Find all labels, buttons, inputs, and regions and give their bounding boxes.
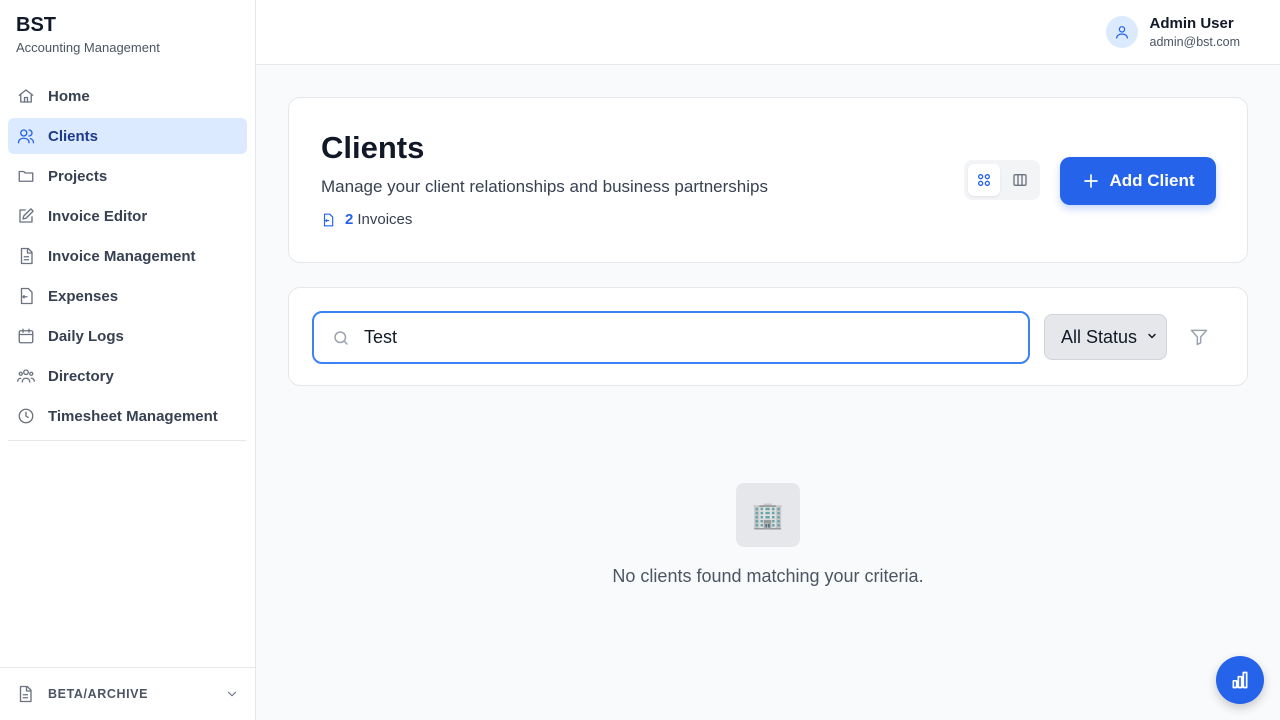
sidebar-item-label: Clients	[48, 127, 99, 145]
sidebar-item-expenses[interactable]: Expenses	[8, 278, 247, 314]
invoice-count-label: Invoices	[357, 211, 413, 228]
user-email: admin@bst.com	[1149, 35, 1241, 49]
sidebar-divider	[8, 440, 246, 441]
edit-icon	[16, 206, 36, 226]
chevron-down-icon	[1146, 330, 1158, 342]
sidebar-item-label: Timesheet Management	[48, 407, 218, 425]
search-box	[312, 311, 1030, 364]
status-select[interactable]: All Status	[1044, 314, 1167, 360]
avatar	[1105, 16, 1138, 48]
sidebar-item-label: Expenses	[48, 287, 119, 305]
columns-icon	[1012, 172, 1028, 188]
invoice-count-value: 2	[345, 211, 354, 228]
page-header-card: Clients Manage your client relationships…	[288, 97, 1248, 263]
filter-button[interactable]	[1187, 325, 1211, 349]
calendar-icon	[16, 326, 36, 346]
building-icon: 🏢	[736, 483, 800, 547]
plus-icon	[1082, 172, 1100, 190]
brand-name: BST	[16, 14, 56, 36]
invoice-count[interactable]: 2 Invoices	[321, 211, 412, 228]
user-icon	[1114, 24, 1130, 40]
sidebar-item-label: Home	[48, 87, 90, 105]
sidebar-item-daily-logs[interactable]: Daily Logs	[8, 318, 247, 354]
sidebar-item-clients[interactable]: Clients	[8, 118, 247, 154]
sidebar-item-directory[interactable]: Directory	[8, 358, 247, 394]
page-title: Clients	[321, 130, 425, 165]
view-toggle	[964, 160, 1040, 200]
group-icon	[16, 366, 36, 386]
sidebar-item-label: Invoice Management	[48, 247, 196, 265]
sidebar-item-projects[interactable]: Projects	[8, 158, 247, 194]
receipt-icon	[16, 286, 36, 306]
sidebar-item-label: Daily Logs	[48, 327, 124, 345]
clock-icon	[16, 406, 36, 426]
home-icon	[16, 86, 36, 106]
beta-archive-label: BETA/ARCHIVE	[48, 687, 149, 701]
add-client-label: Add Client	[1109, 171, 1195, 190]
sidebar-item-invoice-editor[interactable]: Invoice Editor	[8, 198, 247, 234]
user-name: Admin User	[1149, 15, 1234, 32]
sidebar-item-invoice-management[interactable]: Invoice Management	[8, 238, 247, 274]
beta-archive-toggle[interactable]: BETA/ARCHIVE	[0, 667, 255, 720]
sidebar-item-home[interactable]: Home	[8, 78, 247, 114]
column-view-button[interactable]	[1004, 164, 1036, 196]
empty-state-message: No clients found matching your criteria.	[612, 566, 924, 586]
bar-chart-icon	[1230, 670, 1250, 690]
search-input[interactable]	[364, 327, 984, 348]
grid-icon	[976, 172, 992, 188]
folder-icon	[16, 166, 36, 186]
grid-view-button[interactable]	[968, 164, 1000, 196]
sidebar-item-label: Projects	[48, 167, 108, 185]
filter-card: All Status	[288, 287, 1248, 386]
top-header: Admin User admin@bst.com	[256, 0, 1280, 65]
user-menu[interactable]: Admin User admin@bst.com	[1105, 15, 1241, 49]
file-icon	[16, 246, 36, 266]
status-select-value: All Status	[1061, 326, 1138, 347]
sidebar-item-timesheet-management[interactable]: Timesheet Management	[8, 398, 247, 434]
sidebar-item-label: Directory	[48, 367, 114, 385]
chevron-down-icon	[225, 687, 239, 701]
sidebar-nav: Home Clients Projects Invoice Editor Inv…	[8, 78, 247, 438]
users-icon	[16, 126, 36, 146]
add-client-button[interactable]: Add Client	[1060, 157, 1216, 205]
file-icon	[16, 685, 34, 703]
page-subtitle: Manage your client relationships and bus…	[321, 177, 768, 196]
sidebar-item-label: Invoice Editor	[48, 207, 148, 225]
sidebar: BST Accounting Management Home Clients P…	[0, 0, 256, 720]
invoice-icon	[321, 212, 335, 228]
brand-subtitle: Accounting Management	[16, 40, 160, 55]
analytics-fab[interactable]	[1216, 656, 1264, 704]
filter-icon	[1189, 327, 1209, 347]
brand: BST Accounting Management	[16, 14, 160, 55]
search-icon	[332, 329, 350, 347]
